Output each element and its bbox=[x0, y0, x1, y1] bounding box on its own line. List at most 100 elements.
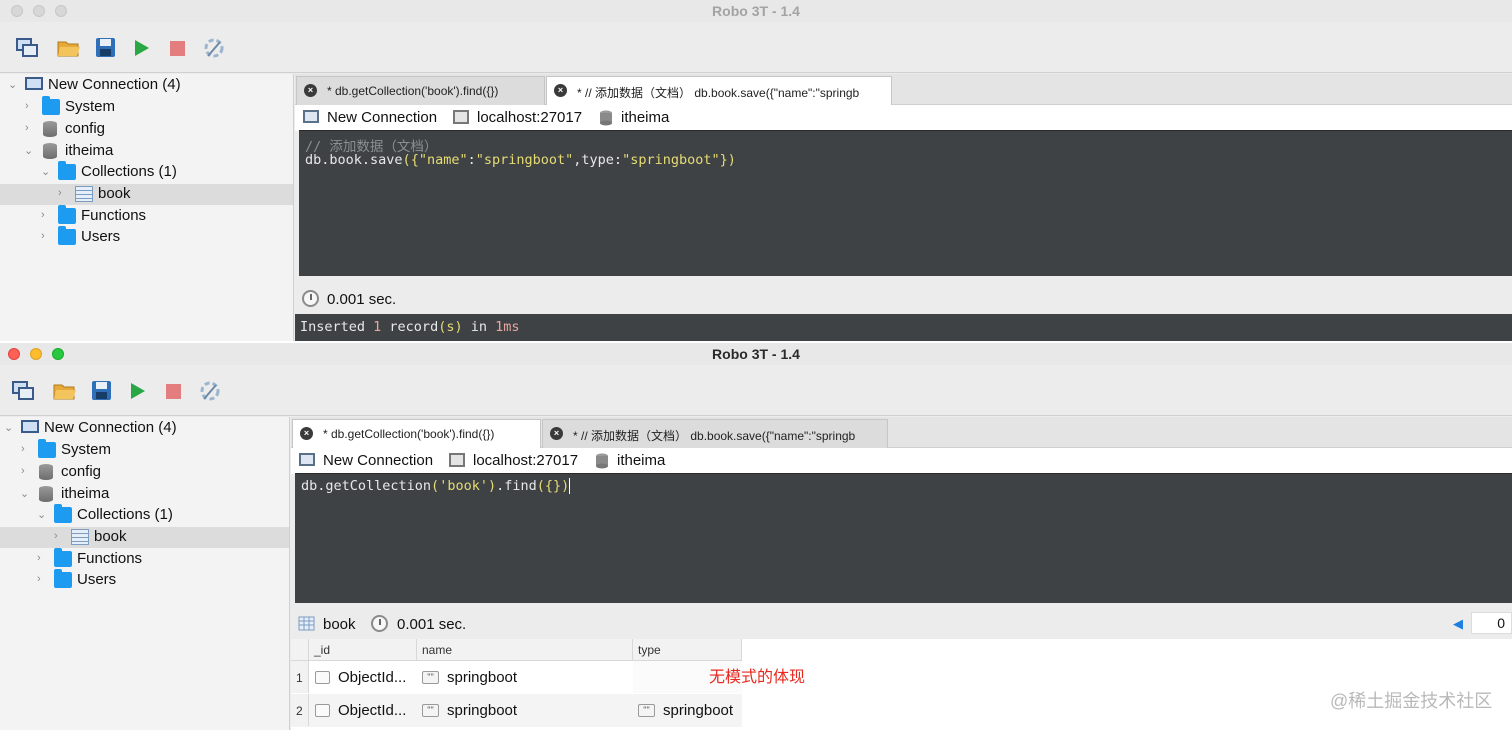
database-icon bbox=[43, 121, 57, 137]
query-editor[interactable]: // 添加数据（文档） db.book.save({"name":"spring… bbox=[299, 130, 1512, 276]
tree-system[interactable]: › System bbox=[0, 439, 289, 461]
page-prev-icon[interactable]: ◀ bbox=[1453, 616, 1463, 632]
close-tab-icon[interactable]: × bbox=[300, 427, 313, 440]
chevron-right-icon[interactable]: › bbox=[58, 187, 68, 199]
save-icon[interactable] bbox=[94, 36, 120, 60]
chevron-down-icon[interactable]: ⌄ bbox=[8, 78, 18, 91]
folder-icon bbox=[54, 569, 72, 588]
chevron-right-icon[interactable]: › bbox=[21, 443, 31, 455]
close-tab-icon[interactable]: × bbox=[554, 84, 567, 97]
tab-find-query[interactable]: × * db.getCollection('book').find({}) bbox=[296, 76, 545, 105]
clock-icon bbox=[371, 615, 388, 632]
format-icon[interactable] bbox=[198, 379, 224, 403]
tree-functions-label: Functions bbox=[77, 550, 143, 567]
tree-system[interactable]: › System bbox=[0, 96, 293, 118]
server-icon bbox=[453, 110, 469, 125]
cell-id[interactable]: ObjectId... bbox=[338, 661, 406, 693]
chevron-right-icon[interactable]: › bbox=[41, 209, 51, 221]
tree-collection-book[interactable]: › book bbox=[0, 527, 289, 548]
toolbar bbox=[0, 365, 1512, 416]
tree-config[interactable]: › config bbox=[0, 119, 293, 140]
result-status-bar: book 0.001 sec. ◀ 0 bbox=[291, 609, 1512, 639]
tree-functions[interactable]: › Functions bbox=[0, 205, 293, 227]
chevron-right-icon[interactable]: › bbox=[21, 465, 31, 477]
cell-id[interactable]: ObjectId... bbox=[338, 694, 406, 726]
grid-corner bbox=[291, 639, 309, 661]
robo3t-window-front: Robo 3T - 1.4 ⌄ New Connection (4) › Sys… bbox=[0, 343, 1512, 730]
execution-time: 0.001 sec. bbox=[397, 616, 467, 633]
tree-collections[interactable]: ⌄ Collections (1) bbox=[0, 161, 293, 183]
string-icon: "" bbox=[422, 671, 439, 684]
format-icon[interactable] bbox=[202, 36, 228, 60]
save-icon[interactable] bbox=[90, 379, 116, 403]
tab-save-query[interactable]: × * // 添加数据（文档） db.book.save({"name":"sp… bbox=[542, 419, 888, 448]
tree-collection-book[interactable]: › book bbox=[0, 184, 293, 205]
chevron-right-icon[interactable]: › bbox=[37, 573, 47, 585]
tab-label: * db.getCollection('book').find({}) bbox=[327, 84, 499, 98]
chevron-right-icon[interactable]: › bbox=[25, 122, 35, 134]
title-bar: Robo 3T - 1.4 bbox=[0, 0, 1512, 22]
cell-name[interactable]: springboot bbox=[447, 694, 517, 726]
open-icon[interactable] bbox=[56, 36, 82, 60]
chevron-right-icon[interactable]: › bbox=[54, 530, 64, 542]
query-editor[interactable]: db.getCollection('book').find({}) bbox=[295, 473, 1512, 603]
close-tab-icon[interactable]: × bbox=[304, 84, 317, 97]
chevron-down-icon[interactable]: ⌄ bbox=[24, 144, 34, 157]
tab-bar: × * db.getCollection('book').find({}) × … bbox=[295, 74, 1512, 106]
close-tab-icon[interactable]: × bbox=[550, 427, 563, 440]
window-title: Robo 3T - 1.4 bbox=[712, 346, 800, 362]
row-number: 1 bbox=[291, 661, 309, 693]
tree-book-label: book bbox=[98, 185, 131, 202]
tree-users[interactable]: › Users bbox=[0, 226, 293, 248]
tree-connection[interactable]: ⌄ New Connection (4) bbox=[0, 418, 289, 439]
chevron-right-icon[interactable]: › bbox=[41, 230, 51, 242]
tree-connection-label: New Connection (4) bbox=[44, 419, 177, 436]
stop-icon[interactable] bbox=[166, 36, 192, 60]
tab-label: * db.getCollection('book').find({}) bbox=[323, 427, 495, 441]
table-row[interactable]: 1 ObjectId... "" springboot bbox=[291, 661, 742, 694]
tree-collections[interactable]: ⌄ Collections (1) bbox=[0, 504, 289, 526]
table-icon bbox=[71, 529, 89, 545]
chevron-down-icon[interactable]: ⌄ bbox=[41, 165, 51, 178]
cell-type[interactable]: springboot bbox=[663, 694, 733, 726]
tree-database[interactable]: ⌄ itheima bbox=[0, 484, 289, 505]
tab-find-query[interactable]: × * db.getCollection('book').find({}) bbox=[292, 419, 541, 449]
open-icon[interactable] bbox=[52, 379, 78, 403]
database-icon bbox=[43, 143, 57, 159]
column-header-id[interactable]: _id bbox=[309, 639, 417, 661]
object-icon bbox=[315, 671, 330, 684]
editor-code-line: db.book.save({"name":"springboot",type:"… bbox=[305, 152, 736, 168]
tree-system-label: System bbox=[61, 441, 112, 458]
tree-config[interactable]: › config bbox=[0, 462, 289, 483]
chevron-down-icon[interactable]: ⌄ bbox=[20, 487, 30, 500]
connection-info-bar: New Connection localhost:27017 itheima bbox=[291, 448, 1512, 474]
column-header-type[interactable]: type bbox=[633, 639, 742, 661]
cell-name[interactable]: springboot bbox=[447, 661, 517, 693]
connect-icon[interactable] bbox=[15, 36, 41, 60]
tree-connection[interactable]: ⌄ New Connection (4) bbox=[0, 75, 293, 96]
run-icon[interactable] bbox=[126, 379, 152, 403]
chevron-down-icon[interactable]: ⌄ bbox=[37, 508, 47, 521]
chevron-down-icon[interactable]: ⌄ bbox=[4, 421, 14, 434]
tab-save-query[interactable]: × * // 添加数据（文档） db.book.save({"name":"sp… bbox=[546, 76, 892, 106]
column-header-name[interactable]: name bbox=[417, 639, 633, 661]
table-icon bbox=[298, 616, 315, 631]
chevron-right-icon[interactable]: › bbox=[37, 552, 47, 564]
chevron-right-icon[interactable]: › bbox=[25, 100, 35, 112]
table-icon bbox=[75, 186, 93, 202]
tree-database-label: itheima bbox=[65, 142, 114, 159]
monitor-icon bbox=[299, 453, 315, 468]
folder-icon bbox=[42, 96, 60, 115]
folder-icon bbox=[58, 161, 76, 180]
stop-icon[interactable] bbox=[162, 379, 188, 403]
tree-functions[interactable]: › Functions bbox=[0, 548, 289, 570]
tree-users[interactable]: › Users bbox=[0, 569, 289, 591]
page-size-input[interactable]: 0 bbox=[1471, 612, 1512, 634]
string-icon: "" bbox=[422, 704, 439, 717]
table-row[interactable]: 2 ObjectId... "" springboot "" springboo… bbox=[291, 694, 742, 727]
connection-tree: ⌄ New Connection (4) › System › config ⌄… bbox=[0, 74, 294, 341]
run-icon[interactable] bbox=[130, 36, 156, 60]
tree-database[interactable]: ⌄ itheima bbox=[0, 141, 293, 162]
connect-icon[interactable] bbox=[11, 379, 37, 403]
connection-tree: ⌄ New Connection (4) › System › config ⌄… bbox=[0, 417, 290, 730]
